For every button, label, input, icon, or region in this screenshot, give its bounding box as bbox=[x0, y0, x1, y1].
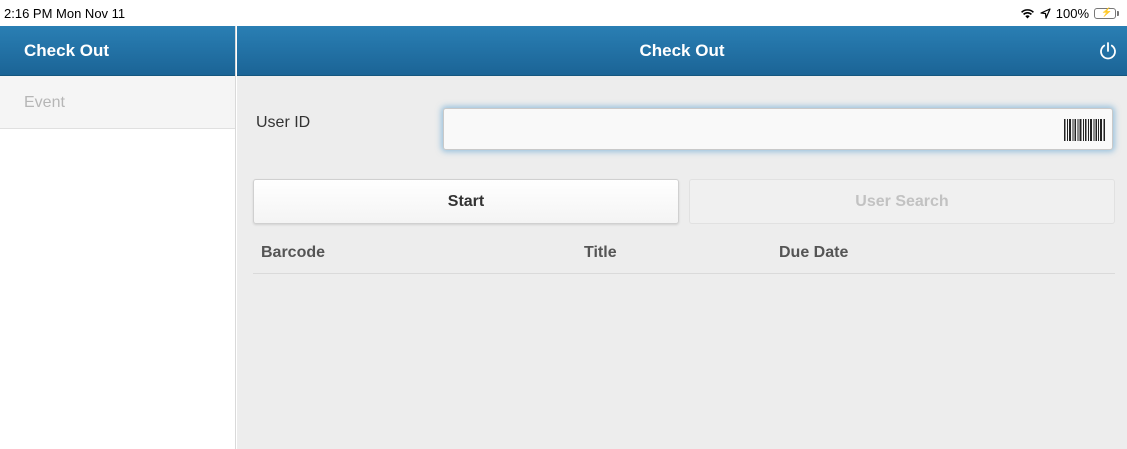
start-button[interactable]: Start bbox=[253, 179, 679, 224]
barcode-scan-icon[interactable] bbox=[1064, 119, 1106, 141]
sidebar-header: Check Out bbox=[0, 26, 235, 76]
status-icons: 100% bbox=[1020, 6, 1119, 21]
user-search-button[interactable]: User Search bbox=[689, 179, 1115, 224]
wifi-icon bbox=[1020, 9, 1034, 19]
user-id-input[interactable] bbox=[444, 109, 1112, 149]
column-header-barcode[interactable]: Barcode bbox=[261, 244, 325, 262]
sidebar-item-event[interactable]: Event bbox=[0, 76, 235, 129]
action-buttons: Start User Search bbox=[253, 179, 1115, 224]
user-id-field-wrapper bbox=[443, 108, 1113, 150]
status-bar: 2:16 PM Mon Nov 11 100% bbox=[0, 0, 1127, 26]
topbar: Check Out bbox=[237, 26, 1127, 76]
column-header-due-date[interactable]: Due Date bbox=[779, 244, 848, 262]
power-button[interactable] bbox=[1095, 38, 1121, 64]
sidebar-item-label: Event bbox=[24, 94, 65, 111]
column-header-title[interactable]: Title bbox=[584, 244, 617, 262]
main-panel: Check Out User ID Start User Search Barc… bbox=[237, 26, 1127, 449]
sidebar: Check Out Event bbox=[0, 26, 236, 449]
battery-icon bbox=[1094, 7, 1119, 19]
status-time-date: 2:16 PM Mon Nov 11 bbox=[4, 5, 126, 21]
user-id-label: User ID bbox=[256, 114, 311, 131]
location-icon bbox=[1040, 7, 1051, 19]
power-icon bbox=[1100, 42, 1116, 60]
checkout-table-header: Barcode Title Due Date bbox=[253, 234, 1115, 274]
battery-percent: 100% bbox=[1055, 5, 1089, 21]
page-title: Check Out bbox=[639, 40, 725, 60]
